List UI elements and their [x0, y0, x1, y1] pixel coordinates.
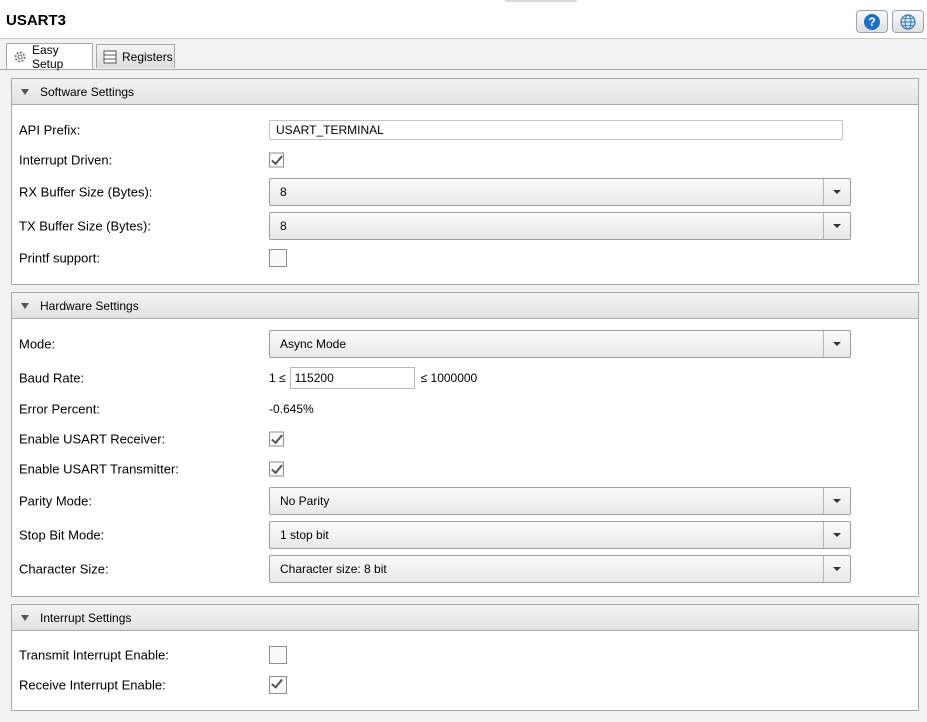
tab-registers[interactable]: Registers [96, 44, 175, 68]
rx-buffer-value: 8 [280, 185, 287, 199]
tx-buffer-value: 8 [280, 219, 287, 233]
printf-support-label: Printf support: [19, 250, 100, 266]
help-icon: ? [864, 13, 880, 30]
interrupt-settings-title: Interrupt Settings [40, 610, 132, 625]
api-prefix-input[interactable]: USART_TERMINAL [269, 120, 843, 140]
tab-strip: Easy Setup Registers [0, 39, 927, 71]
enable-receiver-checkbox[interactable] [269, 431, 284, 447]
enable-transmitter-row: Enable USART Transmitter: [12, 457, 918, 481]
parity-mode-select[interactable]: No Parity [269, 487, 851, 515]
stop-bit-label: Stop Bit Mode: [19, 527, 105, 543]
enable-receiver-row: Enable USART Receiver: [12, 427, 918, 451]
stop-bit-row: Stop Bit Mode: 1 stop bit [12, 521, 918, 549]
transmit-interrupt-label: Transmit Interrupt Enable: [19, 647, 169, 663]
enable-receiver-label: Enable USART Receiver: [19, 431, 166, 447]
baud-rate-control: 1 ≤ 115200 ≤ 1000000 [269, 367, 477, 389]
parity-mode-label: Parity Mode: [19, 493, 92, 509]
character-size-value: Character size: 8 bit [280, 562, 387, 576]
collapse-triangle-icon [21, 614, 29, 621]
error-percent-label: Error Percent: [19, 401, 100, 417]
interrupt-driven-checkbox[interactable] [269, 152, 284, 168]
api-prefix-label: API Prefix: [19, 122, 81, 138]
enable-transmitter-label: Enable USART Transmitter: [19, 461, 179, 477]
help-button[interactable]: ? [856, 10, 888, 33]
character-size-label: Character Size: [19, 561, 109, 577]
dropdown-button[interactable] [823, 488, 850, 514]
tx-buffer-label: TX Buffer Size (Bytes): [19, 218, 151, 234]
character-size-row: Character Size: Character size: 8 bit [12, 555, 918, 583]
stop-bit-value: 1 stop bit [280, 528, 329, 542]
chevron-down-icon [833, 533, 841, 537]
gear-icon [13, 50, 27, 64]
printf-support-checkbox[interactable] [269, 249, 287, 267]
mode-select[interactable]: Async Mode [269, 330, 851, 358]
character-size-select[interactable]: Character size: 8 bit [269, 555, 851, 583]
api-prefix-row: API Prefix: USART_TERMINAL [12, 118, 918, 142]
globe-icon [900, 13, 916, 30]
collapse-triangle-icon [21, 302, 29, 309]
mode-label: Mode: [19, 336, 56, 352]
title-bar-accent [505, 0, 577, 2]
transmit-interrupt-row: Transmit Interrupt Enable: [12, 643, 918, 667]
rx-buffer-row: RX Buffer Size (Bytes): 8 [12, 178, 918, 206]
dropdown-button[interactable] [823, 331, 850, 357]
error-percent-value: -0.645% [269, 402, 314, 416]
software-settings-header[interactable]: Software Settings [12, 79, 918, 105]
tab-easy-setup-label: Easy Setup [32, 42, 64, 71]
software-settings-panel: Software Settings API Prefix: USART_TERM… [11, 78, 919, 285]
hardware-settings-title: Hardware Settings [40, 298, 139, 313]
chevron-down-icon [833, 342, 841, 346]
baud-rate-label: Baud Rate: [19, 370, 85, 386]
receive-interrupt-row: Receive Interrupt Enable: [12, 673, 918, 697]
interrupt-settings-panel: Interrupt Settings Transmit Interrupt En… [11, 604, 919, 711]
interrupt-driven-label: Interrupt Driven: [19, 152, 113, 168]
receive-interrupt-checkbox[interactable] [269, 676, 287, 694]
parity-mode-value: No Parity [280, 494, 330, 508]
dropdown-button[interactable] [823, 179, 850, 205]
rx-buffer-label: RX Buffer Size (Bytes): [19, 184, 153, 200]
table-icon [103, 50, 117, 64]
chevron-down-icon [833, 567, 841, 571]
chevron-down-icon [833, 224, 841, 228]
dropdown-button[interactable] [823, 213, 850, 239]
tx-buffer-select[interactable]: 8 [269, 212, 851, 240]
software-settings-title: Software Settings [40, 84, 135, 99]
baud-rate-max: ≤ 1000000 [420, 371, 478, 385]
stop-bit-select[interactable]: 1 stop bit [269, 521, 851, 549]
hardware-settings-panel: Hardware Settings Mode: Async Mode Baud … [11, 292, 919, 597]
dropdown-button[interactable] [823, 556, 850, 582]
hardware-settings-header[interactable]: Hardware Settings [12, 293, 918, 319]
chevron-down-icon [833, 499, 841, 503]
tab-registers-label: Registers [122, 49, 173, 64]
mode-row: Mode: Async Mode [12, 330, 918, 358]
dropdown-button[interactable] [823, 522, 850, 548]
enable-transmitter-checkbox[interactable] [269, 461, 284, 477]
window-title: USART3 [6, 12, 67, 29]
receive-interrupt-label: Receive Interrupt Enable: [19, 677, 166, 693]
error-percent-row: Error Percent: -0.645% [12, 397, 918, 421]
baud-rate-row: Baud Rate: 1 ≤ 115200 ≤ 1000000 [12, 366, 918, 390]
transmit-interrupt-checkbox[interactable] [269, 646, 287, 664]
mode-value: Async Mode [280, 337, 347, 351]
printf-support-row: Printf support: [12, 246, 918, 270]
collapse-triangle-icon [21, 88, 29, 95]
title-bar: USART3 ? [0, 0, 927, 39]
tx-buffer-row: TX Buffer Size (Bytes): 8 [12, 212, 918, 240]
baud-rate-input[interactable]: 115200 [289, 367, 415, 389]
interrupt-driven-row: Interrupt Driven: [12, 148, 918, 172]
web-button[interactable] [892, 10, 924, 33]
baud-rate-min: 1 ≤ [269, 371, 286, 385]
rx-buffer-select[interactable]: 8 [269, 178, 851, 206]
chevron-down-icon [833, 190, 841, 194]
interrupt-settings-header[interactable]: Interrupt Settings [12, 605, 918, 631]
parity-mode-row: Parity Mode: No Parity [12, 487, 918, 515]
tab-easy-setup[interactable]: Easy Setup [6, 42, 93, 71]
